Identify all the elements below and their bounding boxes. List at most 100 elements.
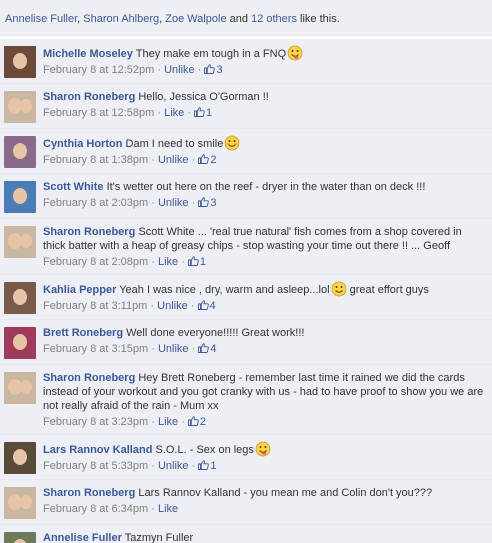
comment-author-link[interactable]: Annelise Fuller bbox=[43, 532, 122, 543]
comment-author-link[interactable]: Kahlia Pepper bbox=[43, 284, 116, 296]
unlike-link[interactable]: Unlike bbox=[158, 343, 189, 355]
comment-text: Well done everyone!!!!! Great work!!! bbox=[126, 327, 305, 339]
avatar[interactable] bbox=[4, 372, 36, 404]
comment-timestamp[interactable]: February 8 at 5:33pm bbox=[43, 460, 148, 472]
avatar-face bbox=[20, 234, 32, 248]
comment-meta: February 8 at 6:34pm · Like bbox=[43, 503, 179, 515]
avatar-face bbox=[13, 334, 27, 350]
comment-timestamp[interactable]: February 8 at 6:34pm bbox=[43, 503, 148, 515]
like-count-value: 1 bbox=[199, 256, 207, 268]
comment-meta: February 8 at 3:11pm · Unlike · 4 bbox=[43, 300, 216, 312]
like-link[interactable]: Like bbox=[158, 256, 178, 268]
comment-body: Michelle Moseley They make em tough in a… bbox=[43, 45, 486, 77]
comment-body: Sharon Roneberg Lars Rannov Kalland - yo… bbox=[43, 486, 486, 516]
like-count-value: 3 bbox=[216, 64, 223, 76]
comment-body: Sharon Roneberg Scott White ... 'real tr… bbox=[43, 225, 486, 269]
avatar[interactable] bbox=[4, 226, 36, 258]
avatar[interactable] bbox=[4, 91, 36, 123]
comment-meta: February 8 at 2:03pm · Unlike · 3 bbox=[43, 197, 217, 209]
comment-line: Annelise Fuller Tazmyn Fuller bbox=[43, 531, 486, 543]
comment-meta: February 8 at 1:38pm · Unlike · 2 bbox=[43, 154, 217, 166]
comment-line: Brett Roneberg Well done everyone!!!!! G… bbox=[43, 326, 486, 340]
thumbs-up-icon bbox=[187, 256, 199, 266]
others-link[interactable]: 12 others bbox=[251, 13, 297, 25]
like-link[interactable]: Like bbox=[158, 416, 178, 428]
thumbs-up-icon bbox=[204, 64, 216, 74]
comment-author-link[interactable]: Sharon Roneberg bbox=[43, 91, 135, 103]
unlike-link[interactable]: Unlike bbox=[158, 460, 189, 472]
avatar-face bbox=[13, 539, 27, 543]
avatar[interactable] bbox=[4, 487, 36, 519]
comment-timestamp[interactable]: February 8 at 1:38pm bbox=[43, 154, 148, 166]
comments-panel: Annelise Fuller, Sharon Ahlberg, Zoe Wal… bbox=[0, 0, 492, 543]
like-count[interactable]: 3 bbox=[204, 64, 223, 76]
comment-body: Sharon Roneberg Hey Brett Roneberg - rem… bbox=[43, 371, 486, 429]
avatar[interactable] bbox=[4, 442, 36, 474]
comment-author-link[interactable]: Lars Rannov Kalland bbox=[43, 444, 152, 456]
like-link[interactable]: Like bbox=[158, 503, 178, 515]
avatar-face bbox=[13, 289, 27, 305]
likes-suffix: like this. bbox=[300, 13, 340, 25]
like-count-value: 4 bbox=[210, 343, 217, 355]
like-count[interactable]: 3 bbox=[198, 197, 216, 209]
comment-timestamp[interactable]: February 8 at 3:23pm bbox=[43, 416, 148, 428]
comment-text: S.O.L. - Sex on legs bbox=[155, 444, 254, 456]
like-count[interactable]: 1 bbox=[187, 256, 207, 268]
unlike-link[interactable]: Unlike bbox=[157, 300, 188, 312]
thumbs-up-icon bbox=[187, 416, 199, 426]
like-count[interactable]: 4 bbox=[198, 343, 216, 355]
comment-item: Sharon Roneberg Lars Rannov Kalland - yo… bbox=[0, 480, 492, 525]
comment-meta: February 8 at 3:23pm · Like · 2 bbox=[43, 416, 207, 428]
like-count[interactable]: 1 bbox=[198, 460, 216, 472]
comment-author-link[interactable]: Cynthia Horton bbox=[43, 138, 122, 150]
avatar-face bbox=[13, 449, 27, 465]
comment-timestamp[interactable]: February 8 at 12:52pm bbox=[43, 64, 154, 76]
comment-text-after: great effort guys bbox=[349, 284, 429, 296]
comment-body: Scott White It's wetter out here on the … bbox=[43, 180, 486, 210]
comment-author-link[interactable]: Brett Roneberg bbox=[43, 327, 123, 339]
smile-emoji bbox=[331, 281, 346, 297]
comment-timestamp[interactable]: February 8 at 12:58pm bbox=[43, 107, 154, 119]
tongue-emoji bbox=[287, 45, 303, 61]
comment-timestamp[interactable]: February 8 at 3:11pm bbox=[43, 300, 147, 312]
comment-author-link[interactable]: Sharon Roneberg bbox=[43, 487, 135, 499]
thumbs-up-icon bbox=[198, 460, 210, 470]
avatar-face bbox=[20, 380, 32, 394]
like-count[interactable]: 2 bbox=[198, 154, 216, 166]
unlike-link[interactable]: Unlike bbox=[158, 154, 189, 166]
avatar-face bbox=[20, 495, 32, 509]
comment-line: Sharon Roneberg Hey Brett Roneberg - rem… bbox=[43, 371, 486, 413]
comment-author-link[interactable]: Michelle Moseley bbox=[43, 48, 133, 60]
like-count[interactable]: 4 bbox=[197, 300, 216, 312]
like-count-value: 1 bbox=[210, 460, 217, 472]
avatar-face bbox=[13, 53, 27, 69]
comment-author-link[interactable]: Sharon Roneberg bbox=[43, 226, 135, 238]
like-count[interactable]: 1 bbox=[194, 107, 212, 119]
comment-timestamp[interactable]: February 8 at 2:03pm bbox=[43, 197, 148, 209]
comment-timestamp[interactable]: February 8 at 3:15pm bbox=[43, 343, 148, 355]
like-count[interactable]: 2 bbox=[187, 416, 206, 428]
comment-item: Lars Rannov Kalland S.O.L. - Sex on legs… bbox=[0, 435, 492, 480]
unlike-link[interactable]: Unlike bbox=[164, 64, 195, 76]
unlike-link[interactable]: Unlike bbox=[158, 197, 189, 209]
liker-link-1[interactable]: Annelise Fuller bbox=[5, 13, 77, 25]
avatar[interactable] bbox=[4, 181, 36, 213]
avatar[interactable] bbox=[4, 46, 36, 78]
comment-item: Scott White It's wetter out here on the … bbox=[0, 174, 492, 219]
comment-author-link[interactable]: Scott White bbox=[43, 181, 104, 193]
avatar[interactable] bbox=[4, 532, 36, 543]
liker-link-2[interactable]: Sharon Ahlberg bbox=[83, 13, 159, 25]
thumbs-up-icon bbox=[198, 154, 210, 164]
comment-line: Lars Rannov Kalland S.O.L. - Sex on legs bbox=[43, 441, 486, 457]
comment-item: Kahlia Pepper Yeah I was nice , dry, war… bbox=[0, 275, 492, 320]
comment-timestamp[interactable]: February 8 at 2:08pm bbox=[43, 256, 148, 268]
avatar[interactable] bbox=[4, 282, 36, 314]
avatar[interactable] bbox=[4, 327, 36, 359]
like-link[interactable]: Like bbox=[164, 107, 184, 119]
avatar[interactable] bbox=[4, 136, 36, 168]
comment-item: Michelle Moseley They make em tough in a… bbox=[0, 39, 492, 84]
comment-body: Kahlia Pepper Yeah I was nice , dry, war… bbox=[43, 281, 486, 313]
comment-author-link[interactable]: Sharon Roneberg bbox=[43, 372, 135, 384]
liker-link-3[interactable]: Zoe Walpole bbox=[165, 13, 226, 25]
comment-line: Scott White It's wetter out here on the … bbox=[43, 180, 486, 194]
